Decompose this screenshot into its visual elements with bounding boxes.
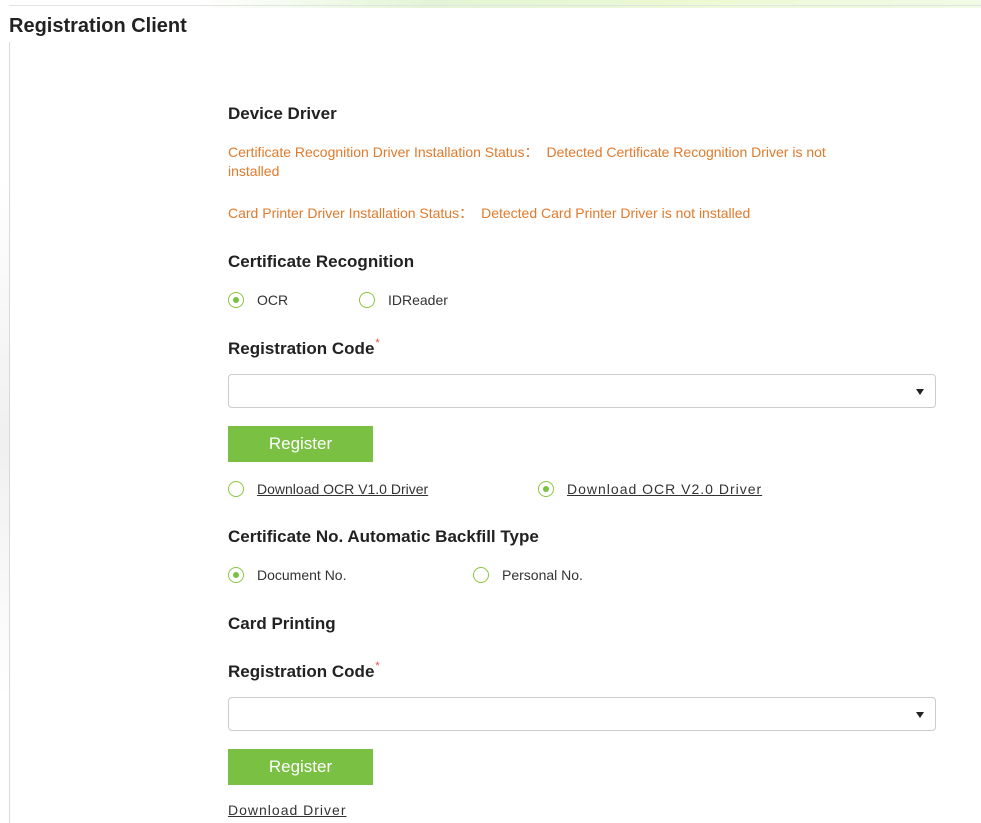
radio-selected-icon[interactable] bbox=[538, 481, 554, 497]
printer-driver-status-label: Card Printer Driver Installation Status： bbox=[228, 205, 474, 221]
left-divider bbox=[9, 42, 10, 823]
download-driver-link[interactable]: Download Driver bbox=[228, 802, 346, 818]
card-registration-code-select[interactable] bbox=[228, 697, 936, 731]
device-driver-heading: Device Driver bbox=[228, 104, 337, 123]
recognition-option-ocr[interactable]: OCR bbox=[228, 290, 288, 310]
side-shadow bbox=[0, 180, 9, 700]
recognition-option-label: IDReader bbox=[388, 292, 448, 308]
cert-driver-status: Certificate Recognition Driver Installat… bbox=[228, 143, 981, 181]
download-ocr-v1-option[interactable]: Download OCR V1.0 Driver bbox=[228, 479, 428, 499]
registration-code-label: Registration Code* bbox=[228, 337, 380, 359]
top-divider bbox=[9, 5, 981, 6]
recognition-option-label: OCR bbox=[257, 292, 289, 308]
radio-selected-icon[interactable] bbox=[228, 292, 244, 308]
certificate-recognition-heading: Certificate Recognition bbox=[228, 252, 415, 271]
radio-unselected-icon[interactable] bbox=[228, 481, 244, 497]
radio-selected-icon[interactable] bbox=[228, 567, 244, 583]
download-ocr-v2-option[interactable]: Download OCR V2.0 Driver bbox=[538, 479, 762, 499]
page-title: Registration Client bbox=[9, 15, 187, 37]
printer-driver-status: Card Printer Driver Installation Status：… bbox=[228, 204, 750, 223]
required-mark: * bbox=[375, 337, 380, 349]
registration-code-label-text: Registration Code bbox=[228, 339, 375, 358]
header-decoration bbox=[200, 0, 981, 8]
register-button[interactable]: Register bbox=[228, 426, 373, 462]
printer-driver-status-value: Detected Card Printer Driver is not inst… bbox=[481, 205, 751, 221]
backfill-type-heading: Certificate No. Automatic Backfill Type bbox=[228, 527, 539, 546]
backfill-option-document-no[interactable]: Document No. bbox=[228, 565, 346, 585]
radio-unselected-icon[interactable] bbox=[473, 567, 489, 583]
card-printing-heading: Card Printing bbox=[228, 614, 336, 633]
download-ocr-v1-link[interactable]: Download OCR V1.0 Driver bbox=[257, 481, 428, 497]
backfill-option-personal-no[interactable]: Personal No. bbox=[473, 565, 583, 585]
backfill-option-label: Personal No. bbox=[502, 567, 583, 583]
cert-driver-status-value: Detected Certificate Recognition Driver … bbox=[546, 144, 826, 160]
caret-down-icon bbox=[916, 389, 924, 395]
required-mark: * bbox=[375, 660, 380, 672]
recognition-option-idreader[interactable]: IDReader bbox=[359, 290, 448, 310]
caret-down-icon bbox=[916, 712, 924, 718]
radio-unselected-icon[interactable] bbox=[359, 292, 375, 308]
card-registration-code-label: Registration Code* bbox=[228, 660, 380, 682]
download-ocr-v2-link[interactable]: Download OCR V2.0 Driver bbox=[567, 481, 762, 497]
card-registration-code-label-text: Registration Code bbox=[228, 662, 375, 681]
backfill-option-label: Document No. bbox=[257, 567, 347, 583]
cert-driver-status-value-wrap: installed bbox=[228, 163, 280, 179]
card-register-button[interactable]: Register bbox=[228, 749, 373, 785]
cert-driver-status-label: Certificate Recognition Driver Installat… bbox=[228, 144, 539, 160]
registration-code-select[interactable] bbox=[228, 374, 936, 408]
download-driver-row: Download Driver bbox=[228, 800, 346, 820]
